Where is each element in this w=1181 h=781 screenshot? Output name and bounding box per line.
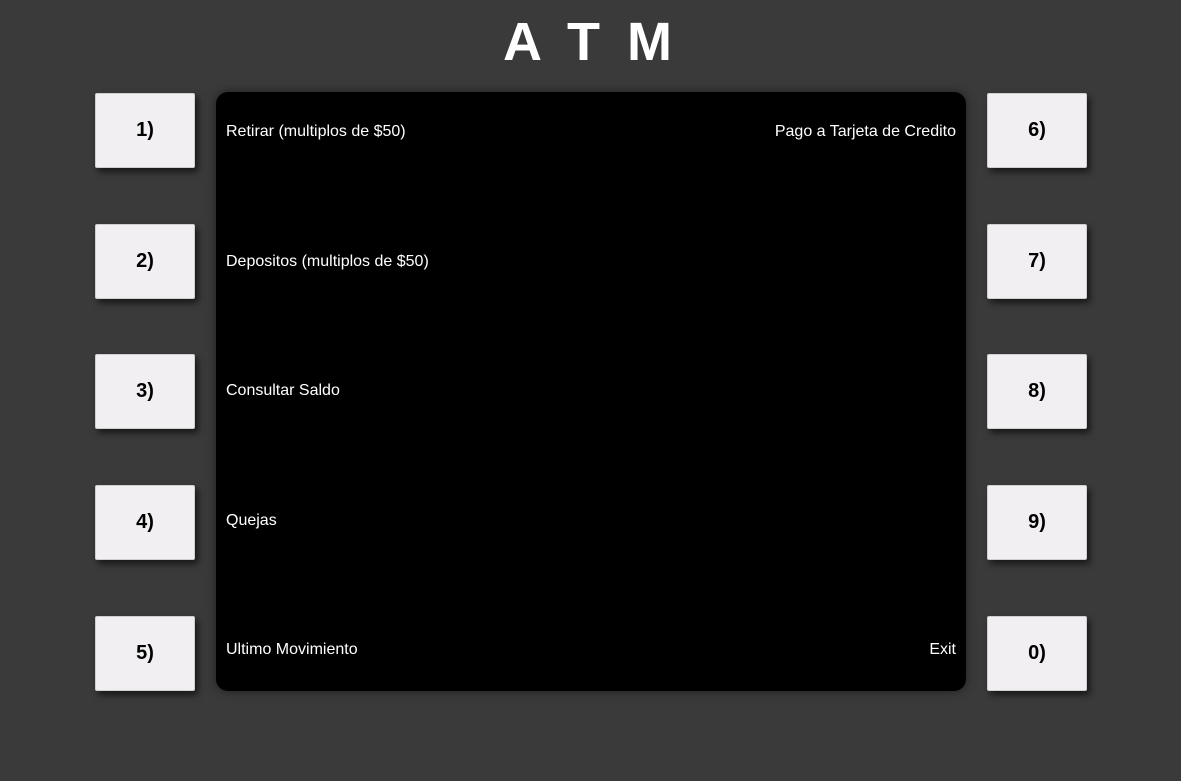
key-9-button[interactable]: 9) — [987, 485, 1087, 560]
option-credit-card-payment[interactable]: Pago a Tarjeta de Credito — [775, 122, 956, 142]
key-8-button[interactable]: 8) — [987, 354, 1087, 429]
option-check-balance[interactable]: Consultar Saldo — [226, 381, 340, 401]
key-4-button[interactable]: 4) — [95, 485, 195, 560]
key-7-button[interactable]: 7) — [987, 224, 1087, 299]
key-0-button[interactable]: 0) — [987, 616, 1087, 691]
option-complaints[interactable]: Quejas — [226, 511, 277, 531]
key-3-button[interactable]: 3) — [95, 354, 195, 429]
key-6-button[interactable]: 6) — [987, 93, 1087, 168]
key-2-button[interactable]: 2) — [95, 224, 195, 299]
atm-screen: Retirar (multiplos de $50) Depositos (mu… — [216, 92, 966, 691]
key-1-button[interactable]: 1) — [95, 93, 195, 168]
option-deposit[interactable]: Depositos (multiplos de $50) — [226, 252, 429, 272]
key-5-button[interactable]: 5) — [95, 616, 195, 691]
option-last-movement[interactable]: Ultimo Movimiento — [226, 640, 358, 660]
atm-title: A T M — [503, 12, 678, 72]
option-exit[interactable]: Exit — [929, 640, 956, 660]
option-withdraw[interactable]: Retirar (multiplos de $50) — [226, 122, 406, 142]
